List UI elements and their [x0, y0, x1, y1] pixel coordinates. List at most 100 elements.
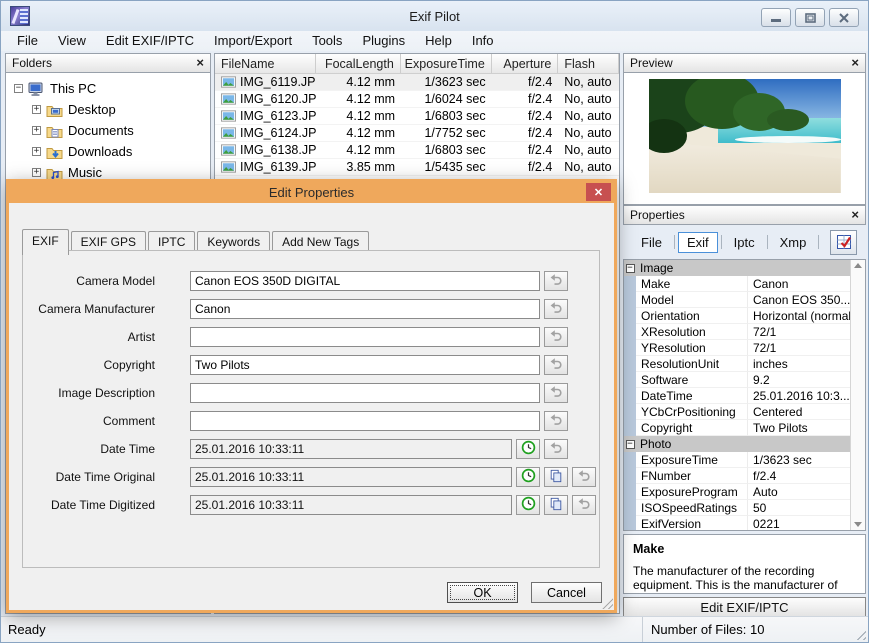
column-header-flash[interactable]: Flash	[558, 54, 619, 73]
restore-button[interactable]	[795, 8, 825, 27]
undo-button[interactable]	[544, 383, 568, 403]
image-description-field[interactable]	[190, 383, 540, 403]
copyright-field[interactable]	[190, 355, 540, 375]
comment-field[interactable]	[190, 411, 540, 431]
close-properties-icon[interactable]: ×	[851, 208, 859, 221]
column-header-exposuretime[interactable]: ExposureTime	[400, 54, 492, 73]
tree-item-documents[interactable]: + Documents	[6, 120, 210, 141]
tree-expander-icon[interactable]: +	[32, 147, 41, 156]
property-row-isospeedratings[interactable]: ISOSpeedRatings 50	[624, 500, 850, 516]
property-grid-scrollbar[interactable]	[850, 260, 865, 530]
camera-manufacturer-field[interactable]	[190, 299, 540, 319]
properties-tab-file[interactable]: File	[632, 232, 671, 253]
edit-exif-iptc-button[interactable]: Edit EXIF/IPTC	[623, 597, 866, 618]
property-row-make[interactable]: Make Canon	[624, 276, 850, 292]
table-row[interactable]: IMG_6138.JPG 4.12 mm 1/6803 sec f/2.4 No, au…	[215, 142, 619, 159]
camera-model-field[interactable]	[190, 271, 540, 291]
menu-file[interactable]: File	[7, 32, 48, 50]
file-cell: 4.12 mm	[316, 143, 401, 157]
tree-item-desktop[interactable]: + Desktop	[6, 99, 210, 120]
menu-edit-exif-iptc[interactable]: Edit EXIF/IPTC	[96, 32, 204, 50]
property-row-xresolution[interactable]: XResolution 72/1	[624, 324, 850, 340]
tree-expander-icon[interactable]: +	[32, 105, 41, 114]
tree-expander-icon[interactable]: +	[32, 168, 41, 177]
undo-button[interactable]	[572, 495, 596, 515]
collapse-icon[interactable]: −	[625, 263, 635, 273]
menu-view[interactable]: View	[48, 32, 96, 50]
column-header-filename[interactable]: FileName	[215, 54, 317, 73]
table-row[interactable]: IMG_6120.JPG 4.12 mm 1/6024 sec f/2.4 No, au…	[215, 91, 619, 108]
collapse-icon[interactable]: −	[625, 439, 635, 449]
tree-item-this-pc[interactable]: − This PC	[6, 78, 210, 99]
property-row-resolutionunit[interactable]: ResolutionUnit inches	[624, 356, 850, 372]
file-cell: 4.12 mm	[316, 109, 401, 123]
copy-button[interactable]	[544, 467, 568, 487]
property-row-exifversion[interactable]: ExifVersion 0221	[624, 516, 850, 530]
dialog-close-button[interactable]: ✕	[586, 183, 611, 201]
menu-import-export[interactable]: Import/Export	[204, 32, 302, 50]
properties-tab-exif[interactable]: Exif	[677, 231, 718, 253]
clock-button[interactable]	[516, 467, 540, 487]
property-value: 25.01.2016 10:3...	[748, 388, 850, 404]
property-row-yresolution[interactable]: YResolution 72/1	[624, 340, 850, 356]
date-time-digitized-field[interactable]	[190, 495, 512, 515]
ok-button[interactable]: OK	[447, 582, 518, 603]
undo-button[interactable]	[572, 467, 596, 487]
cancel-button[interactable]: Cancel	[531, 582, 602, 603]
property-row-copyright[interactable]: Copyright Two Pilots	[624, 420, 850, 436]
cell-text: IMG_6124.JPG	[240, 126, 317, 140]
close-button[interactable]	[829, 8, 859, 27]
table-row[interactable]: IMG_6124.JPG 4.12 mm 1/7752 sec f/2.4 No, au…	[215, 125, 619, 142]
property-row-fnumber[interactable]: FNumber f/2.4	[624, 468, 850, 484]
tree-item-label: Music	[68, 165, 102, 180]
dialog-tab-exif[interactable]: EXIF	[22, 229, 69, 255]
clock-button[interactable]	[516, 495, 540, 515]
undo-button[interactable]	[544, 355, 568, 375]
tree-expander-icon[interactable]: −	[14, 84, 23, 93]
cell-text: IMG_6123.JPG	[240, 109, 317, 123]
property-group-photo[interactable]: − Photo	[624, 436, 850, 452]
clock-button[interactable]	[516, 439, 540, 459]
property-name: FNumber	[636, 468, 748, 484]
tree-item-downloads[interactable]: + Downloads	[6, 141, 210, 162]
undo-button[interactable]	[544, 271, 568, 291]
menu-plugins[interactable]: Plugins	[352, 32, 415, 50]
scroll-up-icon[interactable]	[854, 263, 862, 268]
undo-icon	[549, 273, 563, 289]
table-row[interactable]: IMG_6123.JPG 4.12 mm 1/6803 sec f/2.4 No, au…	[215, 108, 619, 125]
statusbar: Ready Number of Files: 10	[1, 616, 868, 642]
undo-button[interactable]	[544, 411, 568, 431]
date-time-field[interactable]	[190, 439, 512, 459]
table-row[interactable]: IMG_6139.JPG 3.85 mm 1/5435 sec f/2.4 No, au…	[215, 159, 619, 176]
edit-properties-button[interactable]	[830, 229, 857, 255]
property-group-image[interactable]: − Image	[624, 260, 850, 276]
properties-tab-xmp[interactable]: Xmp	[771, 232, 816, 253]
property-row-ycbcrpositioning[interactable]: YCbCrPositioning Centered	[624, 404, 850, 420]
scroll-down-icon[interactable]	[854, 522, 862, 527]
property-row-model[interactable]: Model Canon EOS 350...	[624, 292, 850, 308]
date-time-original-field[interactable]	[190, 467, 512, 487]
close-preview-icon[interactable]: ×	[851, 56, 859, 69]
menu-tools[interactable]: Tools	[302, 32, 352, 50]
table-row[interactable]: IMG_6119.JPG 4.12 mm 1/3623 sec f/2.4 No, au…	[215, 74, 619, 91]
column-header-aperture[interactable]: Aperture	[491, 54, 559, 73]
undo-button[interactable]	[544, 299, 568, 319]
undo-button[interactable]	[544, 327, 568, 347]
menu-help[interactable]: Help	[415, 32, 462, 50]
checklist-icon	[836, 235, 851, 249]
column-header-focallength[interactable]: FocalLength	[316, 54, 401, 73]
copy-button[interactable]	[544, 495, 568, 515]
property-row-exposureprogram[interactable]: ExposureProgram Auto	[624, 484, 850, 500]
close-folders-icon[interactable]: ×	[196, 56, 204, 69]
undo-button[interactable]	[544, 439, 568, 459]
minimize-button[interactable]	[761, 8, 791, 27]
property-row-exposuretime[interactable]: ExposureTime 1/3623 sec	[624, 452, 850, 468]
tree-expander-icon[interactable]: +	[32, 126, 41, 135]
menu-info[interactable]: Info	[462, 32, 504, 50]
artist-field[interactable]	[190, 327, 540, 347]
property-row-software[interactable]: Software 9.2	[624, 372, 850, 388]
property-row-datetime[interactable]: DateTime 25.01.2016 10:3...	[624, 388, 850, 404]
property-row-orientation[interactable]: Orientation Horizontal (normal)	[624, 308, 850, 324]
properties-tab-iptc[interactable]: Iptc	[725, 232, 764, 253]
dialog-resize-grip[interactable]	[602, 598, 613, 609]
